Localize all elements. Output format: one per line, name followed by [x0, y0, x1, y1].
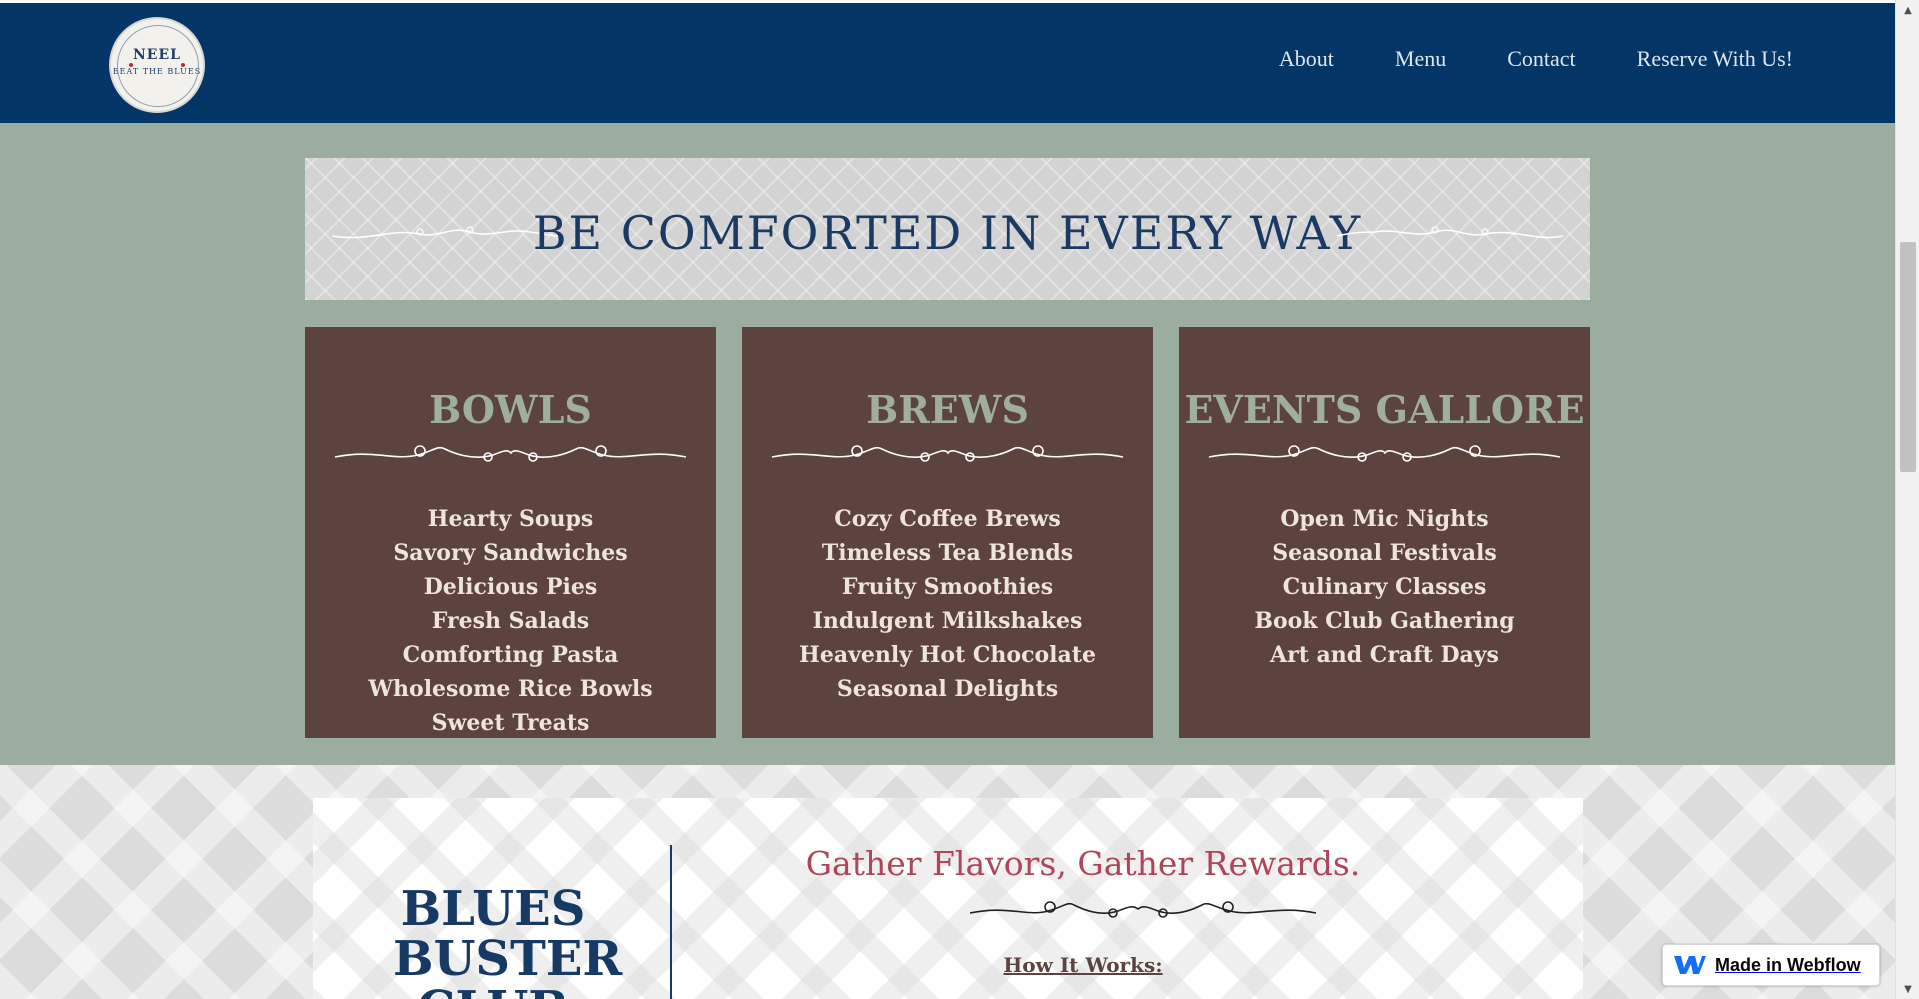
webflow-logo-icon: [1674, 956, 1706, 974]
list-item: Book Club Gathering: [1254, 608, 1515, 634]
card-title: BOWLS: [429, 387, 592, 432]
scrollbar-thumb[interactable]: [1900, 242, 1916, 472]
list-item: Fresh Salads: [431, 608, 590, 634]
divider-flourish-icon: [334, 445, 687, 462]
list-item: Fruity Smoothies: [841, 574, 1054, 600]
list-item: Seasonal Festivals: [1272, 540, 1497, 566]
card-bowls: BOWLS Hearty Soups Savory Sandwiches Del…: [305, 327, 716, 738]
comfort-banner: BE COMFORTED IN EVERY WAY: [305, 158, 1590, 300]
vertical-divider: [670, 845, 672, 999]
list-item: Cozy Coffee Brews: [834, 506, 1061, 532]
flourish-right-icon: [1336, 226, 1564, 239]
divider-flourish-icon: [1208, 445, 1561, 462]
list-item: Seasonal Delights: [836, 676, 1059, 702]
how-it-works-heading: How It Works:: [1003, 953, 1163, 977]
list-item: Art and Craft Days: [1270, 642, 1499, 668]
card-events: EVENTS GALLORE Open Mic Nights Seasonal …: [1179, 327, 1590, 738]
list-item: Wholesome Rice Bowls: [368, 676, 653, 702]
logo-dot-right: [181, 63, 185, 67]
rewards-heading: Gather Flavors, Gather Rewards.: [805, 844, 1361, 883]
list-item: Comforting Pasta: [402, 642, 619, 668]
made-in-webflow-badge[interactable]: Made in Webflow: [1662, 944, 1880, 986]
club-title-line: CLUB: [393, 984, 593, 999]
list-item: Hearty Soups: [427, 506, 594, 532]
club-title-line: BUSTER: [393, 931, 623, 987]
nav-link-reserve[interactable]: Reserve With Us!: [1637, 46, 1793, 72]
scroll-up-arrow-icon[interactable]: ▲: [1896, 0, 1919, 20]
card-brews: BREWS Cozy Coffee Brews Timeless Tea Ble…: [742, 327, 1153, 738]
nav-link-contact[interactable]: Contact: [1507, 46, 1575, 72]
list-item: Culinary Classes: [1282, 574, 1487, 600]
nav-link-about[interactable]: About: [1279, 46, 1334, 72]
list-item: Open Mic Nights: [1280, 506, 1489, 532]
card-items-list: Cozy Coffee Brews Timeless Tea Blends Fr…: [742, 502, 1153, 706]
card-items-list: Hearty Soups Savory Sandwiches Delicious…: [305, 502, 716, 740]
page: NEEL BEAT THE BLUES About Menu Contact R…: [0, 0, 1919, 999]
card-items-list: Open Mic Nights Seasonal Festivals Culin…: [1179, 502, 1590, 672]
logo[interactable]: NEEL BEAT THE BLUES: [109, 17, 205, 113]
list-item: Timeless Tea Blends: [821, 540, 1074, 566]
comfort-section: BE COMFORTED IN EVERY WAY BOWLS Hearty S…: [0, 123, 1895, 765]
nav-link-menu[interactable]: Menu: [1395, 46, 1446, 72]
club-panel: BLUES BUSTER CLUB Gather Flavors, Gather…: [313, 798, 1583, 999]
rewards-flourish-icon: [969, 901, 1317, 918]
scroll-down-arrow-icon[interactable]: ▼: [1896, 979, 1919, 999]
club-title: BLUES BUSTER CLUB: [393, 881, 623, 999]
offerings-cards: BOWLS Hearty Soups Savory Sandwiches Del…: [305, 327, 1590, 738]
list-item: Sweet Treats: [431, 710, 590, 736]
badge-label: Made in Webflow: [1715, 954, 1861, 975]
card-title: EVENTS GALLORE: [1184, 387, 1585, 432]
card-title: BREWS: [866, 387, 1029, 432]
page-scrollbar[interactable]: ▲ ▼: [1895, 0, 1919, 999]
club-title-line: BLUES: [400, 881, 586, 937]
list-item: Heavenly Hot Chocolate: [799, 642, 1096, 668]
list-item: Indulgent Milkshakes: [812, 608, 1083, 634]
rewards-section: BLUES BUSTER CLUB Gather Flavors, Gather…: [0, 765, 1895, 999]
logo-dot-left: [129, 63, 133, 67]
list-item: Delicious Pies: [423, 574, 598, 600]
list-item: Savory Sandwiches: [393, 540, 628, 566]
divider-flourish-icon: [771, 445, 1124, 462]
site-header: NEEL BEAT THE BLUES About Menu Contact R…: [0, 3, 1895, 123]
main-nav: About Menu Contact Reserve With Us!: [1218, 46, 1793, 72]
